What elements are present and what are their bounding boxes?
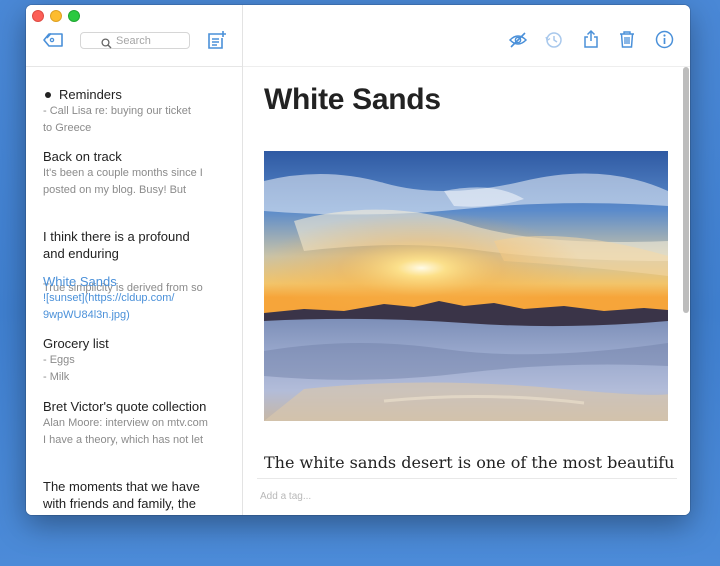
note-preview: - Call Lisa re: buying our ticket to Gre…	[43, 105, 191, 134]
note-title-text: Reminders	[59, 87, 122, 102]
editor-pane: White Sands The white sands desert is on…	[243, 5, 690, 515]
note-title: I think there is a profound and enduring	[43, 229, 190, 261]
note-preview: It's been a couple months since I posted…	[43, 167, 203, 196]
trash-icon[interactable]	[618, 30, 636, 54]
note-item-back-on-track[interactable]: Back on track It's been a couple months …	[43, 148, 233, 199]
add-tag-input[interactable]	[260, 489, 460, 503]
pinned-dot-icon	[45, 92, 51, 99]
search-icon	[101, 36, 112, 54]
note-title: White Sands	[43, 274, 117, 289]
note-title: Grocery list	[43, 336, 109, 351]
tag-icon[interactable]	[42, 32, 64, 53]
app-window: Reminders - Call Lisa re: buying our tic…	[26, 5, 690, 515]
note-title: Back on track	[43, 149, 122, 164]
sidebar: Reminders - Call Lisa re: buying our tic…	[26, 5, 243, 515]
note-item-grocery-list[interactable]: Grocery list - Eggs - Milk	[43, 335, 233, 386]
note-preview: - Eggs - Milk	[43, 354, 75, 383]
share-icon[interactable]	[582, 29, 600, 54]
editor-toolbar	[243, 5, 690, 67]
tag-bar	[257, 478, 677, 503]
close-window-button[interactable]	[32, 10, 44, 22]
maximize-window-button[interactable]	[68, 10, 80, 22]
note-title: Reminders	[43, 86, 233, 103]
note-item-moments[interactable]: The moments that we have with friends an…	[43, 460, 233, 515]
note-item-reminders[interactable]: Reminders - Call Lisa re: buying our tic…	[43, 86, 233, 137]
info-icon[interactable]	[655, 30, 674, 54]
search-input[interactable]	[116, 34, 186, 47]
note-preview: Alan Moore: interview on mtv.com I have …	[43, 417, 208, 446]
note-item-white-sands[interactable]: White Sands ![sunset](https://cldup.com/…	[43, 273, 233, 324]
eye-slash-icon[interactable]	[508, 31, 528, 54]
note-title: The moments that we have with friends an…	[43, 479, 200, 515]
note-body[interactable]: The white sands desert is one of the mos…	[264, 453, 674, 475]
window-controls	[32, 10, 80, 22]
search-field[interactable]	[80, 32, 190, 49]
note-item-bret-victor[interactable]: Bret Victor's quote collection Alan Moor…	[43, 398, 233, 449]
history-icon[interactable]	[544, 31, 564, 54]
minimize-window-button[interactable]	[50, 10, 62, 22]
note-title: Bret Victor's quote collection	[43, 399, 207, 414]
note-list: Reminders - Call Lisa re: buying our tic…	[26, 67, 242, 515]
editor-scrollbar[interactable]	[683, 67, 689, 313]
note-heading: White Sands	[264, 83, 441, 116]
white-sands-sunset-image	[264, 151, 668, 421]
new-note-icon[interactable]	[206, 30, 226, 55]
note-preview: ![sunset](https://cldup.com/ 9wpWU84l3n.…	[43, 292, 175, 321]
